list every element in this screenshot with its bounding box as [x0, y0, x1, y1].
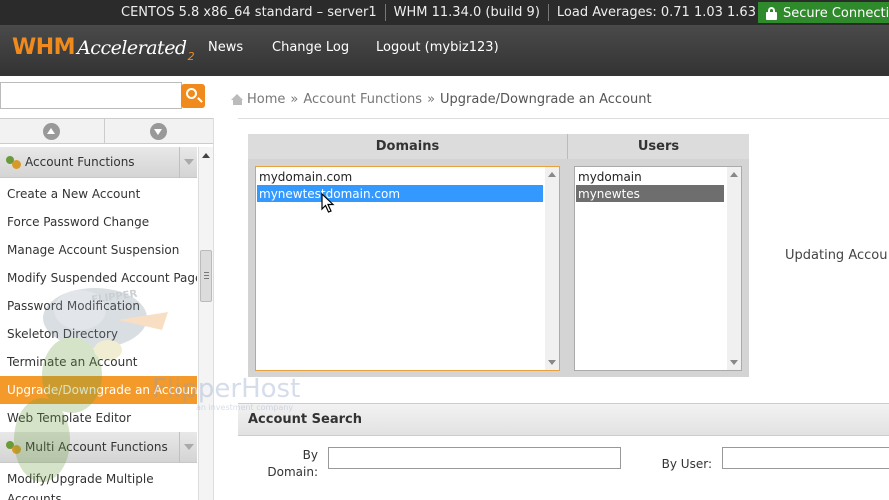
domains-scrollbar[interactable] — [545, 167, 559, 370]
scroll-down-icon[interactable] — [548, 360, 556, 365]
nav-logout-link[interactable]: Logout (mybiz123) — [376, 40, 499, 55]
users-header: Users — [568, 134, 749, 159]
sidebar-search-button[interactable] — [181, 84, 205, 108]
logo-version: 2 — [187, 50, 195, 63]
server-info: CENTOS 5.8 x86_64 standard – server1 — [121, 5, 377, 20]
account-search-title: Account Search — [238, 403, 889, 436]
secure-connection-label: Secure Connection — [783, 5, 889, 21]
users-scrollbar[interactable] — [727, 167, 741, 370]
sidebar-item-force-password-change[interactable]: Force Password Change — [0, 208, 197, 236]
menu-item-label: Modify/Upgrade Multiple — [7, 472, 154, 486]
whm-version: WHM 11.34.0 (build 9) — [393, 5, 540, 20]
users-icon — [5, 154, 22, 171]
by-domain-label-line2: Domain: — [267, 465, 318, 479]
users-listbox[interactable]: mydomain mynewtes — [574, 166, 742, 371]
account-select-panel: Domains Users mydomain.com mynewtestdoma… — [248, 134, 749, 377]
content-gutter — [213, 118, 238, 500]
by-user-label: By User: — [661, 457, 712, 471]
top-header: WHM Accelerated 2 News Change Log Logout… — [0, 25, 889, 76]
sidebar-item-manage-suspension[interactable]: Manage Account Suspension — [0, 236, 197, 264]
sidebar-item-skeleton-directory[interactable]: Skeleton Directory — [0, 320, 197, 348]
server-status-bar: CENTOS 5.8 x86_64 standard – server1 WHM… — [0, 0, 889, 25]
expand-down-icon[interactable] — [150, 123, 167, 140]
collapse-up-icon[interactable] — [43, 123, 60, 140]
sidebar-search-input[interactable] — [0, 82, 182, 109]
breadcrumb-separator: » — [427, 92, 436, 107]
sidebar-item-password-modification[interactable]: Password Modification — [0, 292, 197, 320]
scroll-up-icon[interactable] — [730, 172, 738, 177]
whm-window: CENTOS 5.8 x86_64 standard – server1 WHM… — [0, 0, 889, 500]
domain-option-selected[interactable]: mynewtestdomain.com — [257, 185, 543, 202]
menu-item-label: Accounts — [7, 492, 62, 500]
by-user-input[interactable] — [722, 447, 889, 469]
whm-logo[interactable]: WHM Accelerated 2 — [12, 35, 195, 65]
breadcrumb: Home » Account Functions » Upgrade/Downg… — [231, 92, 652, 107]
search-icon — [186, 88, 197, 99]
sidebar-item-terminate-account[interactable]: Terminate an Account — [0, 348, 197, 376]
sidebar-item-web-template-editor[interactable]: Web Template Editor — [0, 404, 197, 432]
sidebar-collapse-bar — [0, 118, 213, 144]
mouse-cursor-icon — [321, 193, 335, 213]
sidebar-item-upgrade-downgrade[interactable]: Upgrade/Downgrade an Account — [0, 376, 197, 404]
updating-status-text: Updating Accou — [785, 248, 888, 263]
users-icon — [5, 439, 22, 456]
nav-change-log-link[interactable]: Change Log — [272, 40, 349, 55]
sidebar-category-multi-account[interactable]: Multi Account Functions — [0, 431, 197, 463]
by-domain-input[interactable] — [328, 447, 621, 469]
sidebar-item-modify-multiple-cont[interactable]: Accounts — [0, 487, 197, 500]
scroll-down-icon[interactable] — [730, 360, 738, 365]
secure-connection-badge[interactable]: Secure Connection — [758, 2, 889, 23]
scroll-thumb[interactable] — [200, 250, 212, 302]
category-label: Multi Account Functions — [25, 440, 168, 454]
account-search-section: Account Search By Domain: By User: — [238, 403, 889, 500]
sidebar-item-create-account[interactable]: Create a New Account — [0, 180, 197, 208]
domain-option[interactable]: mydomain.com — [257, 168, 543, 185]
lock-icon — [766, 6, 777, 20]
sidebar-menu: Account Functions Create a New Account F… — [0, 147, 197, 500]
user-option[interactable]: mydomain — [576, 168, 724, 185]
home-icon — [231, 94, 244, 105]
category-label: Account Functions — [25, 155, 135, 169]
by-domain-label-line1: By — [302, 448, 318, 462]
logo-whm: WHM — [12, 35, 76, 60]
domains-header: Domains — [248, 134, 567, 159]
nav-news-link[interactable]: News — [208, 40, 243, 55]
chevron-down-icon[interactable] — [179, 431, 197, 463]
scroll-up-icon[interactable] — [202, 153, 210, 158]
sidebar-item-modify-suspended-page[interactable]: Modify Suspended Account Page — [0, 264, 197, 292]
breadcrumb-current: Upgrade/Downgrade an Account — [440, 92, 652, 107]
scroll-up-icon[interactable] — [548, 172, 556, 177]
breadcrumb-home[interactable]: Home — [247, 92, 285, 107]
user-option-selected[interactable]: mynewtes — [576, 185, 724, 202]
sidebar-category-account-functions[interactable]: Account Functions — [0, 147, 197, 178]
breadcrumb-account-functions[interactable]: Account Functions — [303, 92, 422, 107]
domains-listbox[interactable]: mydomain.com mynewtestdomain.com — [255, 166, 560, 371]
logo-accelerated: Accelerated — [77, 37, 187, 59]
content-divider — [238, 118, 889, 119]
sidebar-scrollbar[interactable] — [198, 147, 213, 500]
chevron-down-icon[interactable] — [179, 147, 197, 178]
breadcrumb-separator: » — [290, 92, 299, 107]
load-averages: Load Averages: 0.71 1.03 1.63 — [556, 5, 756, 20]
